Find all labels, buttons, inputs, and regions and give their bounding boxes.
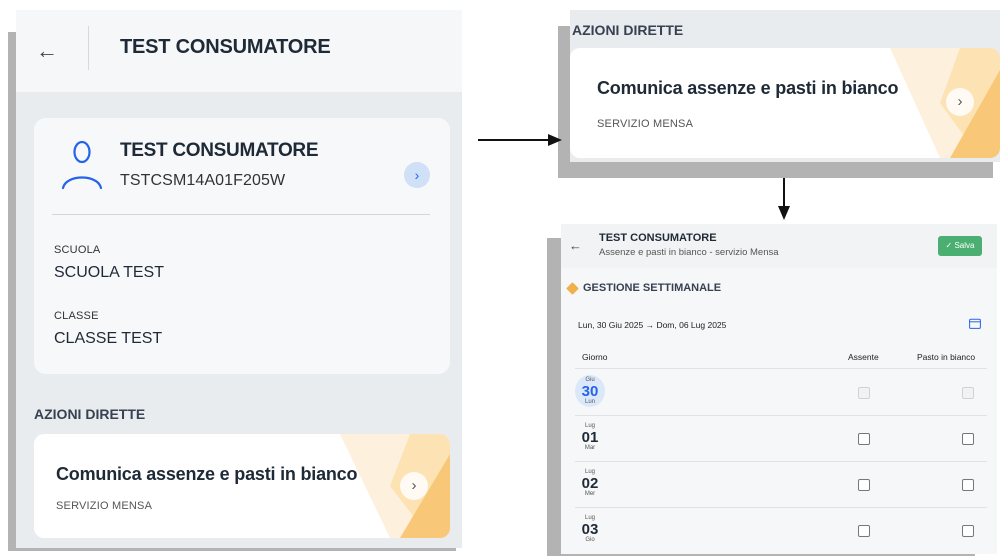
consumer-code: TSTCSM14A01F205W	[120, 172, 286, 189]
column-header-day: Giorno	[582, 352, 608, 362]
day-number: 01	[581, 429, 599, 446]
column-header-absent: Assente	[848, 352, 879, 362]
class-value: CLASSE TEST	[54, 330, 163, 347]
row-divider	[575, 507, 987, 508]
chevron-right-icon[interactable]: ›	[404, 162, 430, 188]
day-cell: Lug 01 Mar	[575, 423, 605, 452]
flow-arrow-right	[478, 134, 562, 146]
day-number: 30	[581, 383, 599, 400]
action-subtitle: SERVIZIO MENSA	[597, 118, 694, 130]
absent-checkbox[interactable]	[858, 433, 870, 445]
class-label: CLASSE	[54, 310, 99, 322]
card-divider	[52, 214, 430, 215]
direct-actions-title: AZIONI DIRETTE	[34, 406, 146, 422]
day-number: 02	[581, 475, 599, 492]
flow-arrow-down	[778, 178, 790, 220]
row-divider	[575, 368, 987, 369]
chevron-right-icon[interactable]: ›	[946, 88, 974, 116]
user-icon	[61, 140, 103, 190]
action-title: Comunica assenze e pasti in bianco	[56, 464, 358, 484]
action-subtitle: SERVIZIO MENSA	[56, 500, 153, 512]
chevron-right-icon[interactable]: ›	[400, 472, 428, 500]
day-cell: Lug 03 Gio	[575, 515, 605, 544]
plain-meal-checkbox[interactable]	[962, 479, 974, 491]
weekly-management-title: GESTIONE SETTIMANALE	[583, 282, 722, 294]
page-title: TEST CONSUMATORE	[120, 36, 331, 58]
day-cell: Lug 02 Mer	[575, 469, 605, 498]
calendar-icon[interactable]	[969, 318, 981, 329]
screen-header: ← TEST CONSUMATORE	[16, 10, 462, 92]
plain-meal-checkbox[interactable]	[962, 433, 974, 445]
save-button[interactable]: ✓ Salva	[938, 236, 982, 256]
absent-checkbox	[858, 387, 870, 399]
column-header-plain-meal: Pasto in bianco	[917, 352, 976, 362]
day-weekday: Lun	[584, 399, 595, 405]
consumer-detail-screen: ← TEST CONSUMATORE TEST CONSUMATORE TSTC…	[16, 10, 462, 548]
plain-meal-checkbox	[962, 387, 974, 399]
diamond-icon	[566, 282, 579, 295]
absent-checkbox[interactable]	[858, 525, 870, 537]
page-subtitle: Assenze e pasti in bianco - servizio Men…	[599, 247, 779, 258]
day-weekday: Gio	[585, 537, 595, 543]
action-title: Comunica assenze e pasti in bianco	[597, 78, 899, 98]
header-divider	[88, 26, 89, 70]
weekly-management-screen: ← TEST CONSUMATORE Assenze e pasti in bi…	[561, 224, 997, 554]
row-divider	[575, 415, 987, 416]
row-divider	[575, 461, 987, 462]
back-arrow-icon[interactable]: ←	[36, 40, 58, 62]
absences-action-card[interactable]: Comunica assenze e pasti in bianco SERVI…	[34, 434, 450, 538]
absent-checkbox[interactable]	[858, 479, 870, 491]
direct-actions-zoom: AZIONI DIRETTE Comunica assenze e pasti …	[570, 10, 1000, 162]
day-weekday: Mer	[584, 491, 596, 497]
action-card-decoration	[890, 48, 1000, 158]
screen-header: ← TEST CONSUMATORE Assenze e pasti in bi…	[561, 224, 997, 268]
date-range: Lun, 30 Giu 2025 → Dom, 06 Lug 2025	[578, 320, 727, 330]
consumer-card: TEST CONSUMATORE TSTCSM14A01F205W › SCUO…	[34, 118, 450, 374]
school-value: SCUOLA TEST	[54, 264, 164, 281]
day-cell-today: Giu 30 Lun	[575, 375, 605, 407]
day-number: 03	[581, 521, 599, 538]
page-title: TEST CONSUMATORE	[599, 232, 717, 244]
day-weekday: Mar	[584, 445, 596, 451]
absences-action-card[interactable]: Comunica assenze e pasti in bianco SERVI…	[570, 48, 1000, 158]
direct-actions-title: AZIONI DIRETTE	[572, 22, 684, 38]
school-label: SCUOLA	[54, 244, 101, 256]
back-arrow-icon[interactable]: ←	[569, 238, 582, 253]
plain-meal-checkbox[interactable]	[962, 525, 974, 537]
consumer-name: TEST CONSUMATORE	[120, 140, 319, 161]
